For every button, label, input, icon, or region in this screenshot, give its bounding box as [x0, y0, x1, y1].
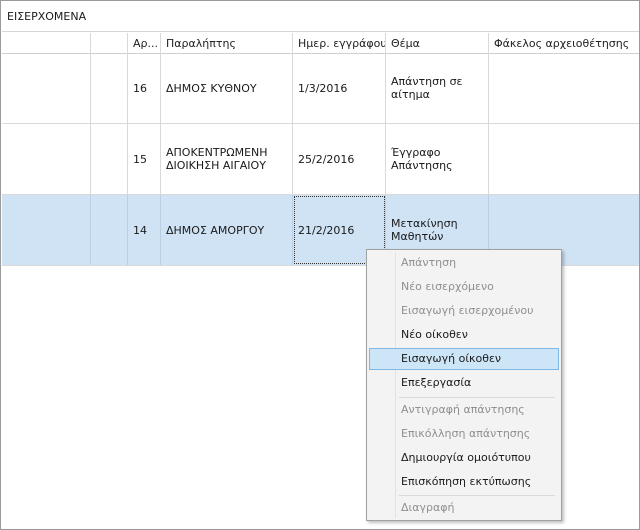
number-cell: 14	[128, 195, 161, 265]
group-title: ΕΙΣΕΡΧΟΜΕΝΑ	[2, 2, 639, 32]
row-indicator-cell	[2, 53, 91, 123]
menu-item-paste-reply[interactable]: Επικόλληση απάντησης	[369, 423, 559, 445]
recipient-cell: ΔΗΜΟΣ ΑΜΟΡΓΟΥ	[161, 195, 293, 265]
recipient-cell: ΔΗΜΟΣ ΚΥΘΝΟΥ	[161, 53, 293, 123]
column-header-number[interactable]: Αρ...	[128, 33, 161, 53]
number-cell: 15	[128, 124, 161, 194]
row-flag-cell	[91, 53, 128, 123]
grid-header: Αρ... Παραλήπτης Ημερ. εγγράφου Θέμα Φάκ…	[2, 33, 639, 54]
context-menu: Απάντηση Νέο εισερχόμενο Εισαγωγή εισερχ…	[366, 249, 562, 521]
date-cell: 25/2/2016	[293, 124, 386, 194]
date-cell: 1/3/2016	[293, 53, 386, 123]
table-row[interactable]: 15 ΑΠΟΚΕΝΤΡΩΜΕΝΗ ΔΙΟΙΚΗΣΗ ΑΙΓΑΙΟΥ 25/2/2…	[2, 124, 639, 195]
menu-item-copy-reply[interactable]: Αντιγραφή απάντησης	[369, 399, 559, 421]
menu-item-edit[interactable]: Επεξεργασία	[369, 372, 559, 394]
number-cell: 16	[128, 53, 161, 123]
subject-cell: Απάντηση σε αίτημα	[386, 53, 489, 123]
menu-separator	[399, 397, 555, 398]
column-header-folder[interactable]: Φάκελος αρχειοθέτησης	[489, 33, 639, 53]
row-flag-cell	[91, 195, 128, 265]
column-header-date[interactable]: Ημερ. εγγράφου	[293, 33, 386, 53]
folder-cell	[489, 124, 639, 194]
recipient-cell: ΑΠΟΚΕΝΤΡΩΜΕΝΗ ΔΙΟΙΚΗΣΗ ΑΙΓΑΙΟΥ	[161, 124, 293, 194]
column-header-subject[interactable]: Θέμα	[386, 33, 489, 53]
menu-item-import-outgoing[interactable]: Εισαγωγή οίκοθεν	[369, 348, 559, 370]
folder-cell	[489, 53, 639, 123]
menu-item-delete[interactable]: Διαγραφή	[369, 497, 559, 519]
row-indicator-cell	[2, 124, 91, 194]
menu-item-print-preview[interactable]: Επισκόπηση εκτύπωσης	[369, 471, 559, 493]
menu-item-import-incoming[interactable]: Εισαγωγή εισερχομένου	[369, 300, 559, 322]
column-header-recipient[interactable]: Παραλήπτης	[161, 33, 293, 53]
menu-item-create-duplicate[interactable]: Δημιουργία ομοιότυπου	[369, 447, 559, 469]
row-indicator-cell	[2, 195, 91, 265]
menu-item-new-incoming[interactable]: Νέο εισερχόμενο	[369, 276, 559, 298]
column-header-indicator[interactable]	[2, 33, 91, 53]
row-flag-cell	[91, 124, 128, 194]
subject-cell: Έγγραφο Απάντησης	[386, 124, 489, 194]
column-header-flag[interactable]	[91, 33, 128, 53]
menu-item-reply[interactable]: Απάντηση	[369, 252, 559, 274]
menu-item-new-outgoing[interactable]: Νέο οίκοθεν	[369, 324, 559, 346]
table-row[interactable]: 16 ΔΗΜΟΣ ΚΥΘΝΟΥ 1/3/2016 Απάντηση σε αίτ…	[2, 53, 639, 124]
menu-separator	[399, 495, 555, 496]
